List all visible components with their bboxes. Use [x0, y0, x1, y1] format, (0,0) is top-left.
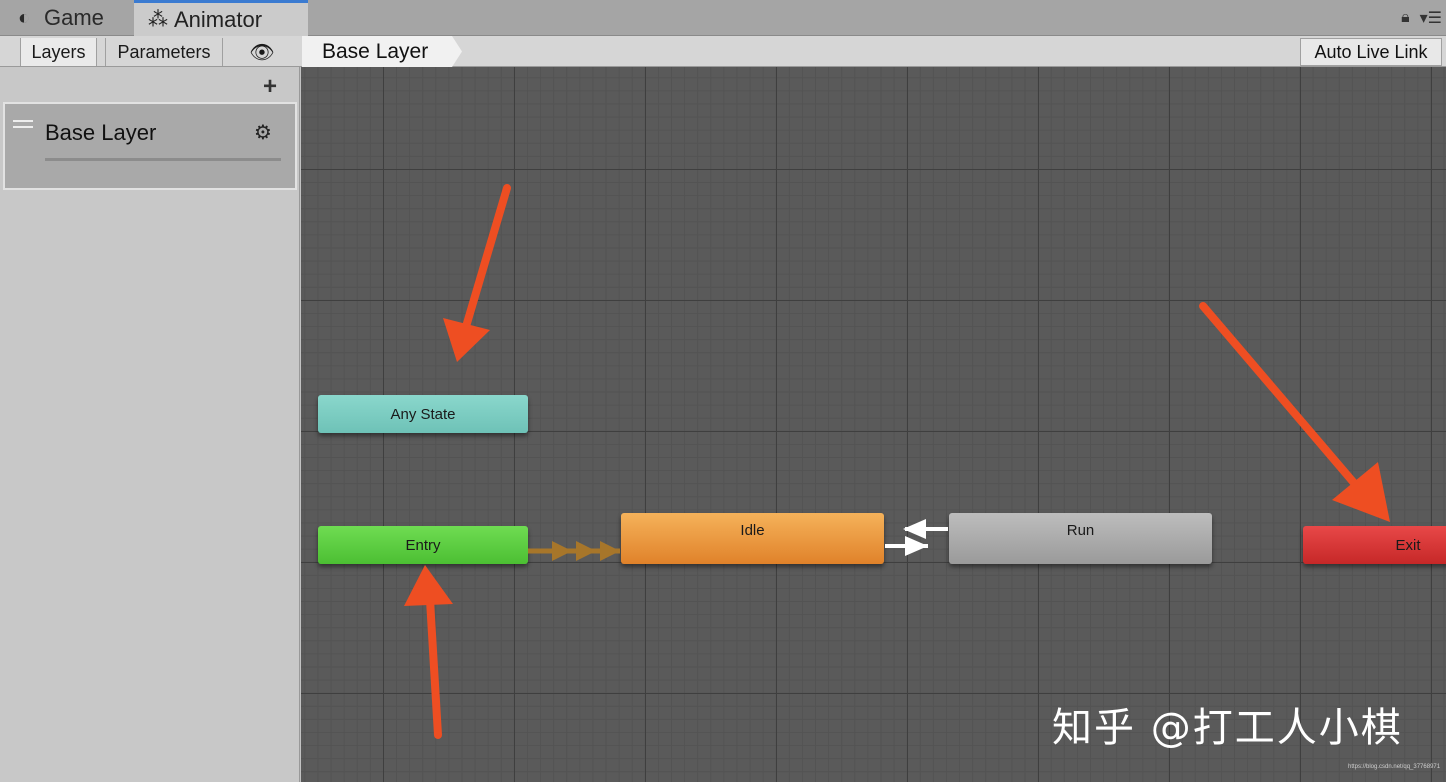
- auto-live-link-button[interactable]: Auto Live Link: [1300, 38, 1442, 66]
- pacman-icon: ◐: [18, 6, 31, 29]
- watermark-text: 知乎 @打工人小棋: [1052, 705, 1403, 751]
- add-layer-icon[interactable]: +: [263, 73, 277, 101]
- state-any-state[interactable]: Any State: [318, 395, 528, 433]
- layer-weight-slider[interactable]: [45, 158, 281, 161]
- tab-animator-label: Animator: [174, 6, 263, 32]
- tab-animator[interactable]: ⁂ Animator: [134, 0, 308, 36]
- drag-handle-icon[interactable]: [13, 120, 33, 128]
- layers-panel: + Base Layer ⚙: [0, 67, 300, 782]
- eye-icon[interactable]: 👁︎: [240, 38, 284, 66]
- breadcrumb[interactable]: Base Layer: [302, 36, 462, 67]
- window-controls: 🔒︎ ▾☰: [1401, 8, 1442, 28]
- state-idle[interactable]: Idle: [621, 513, 884, 564]
- parameters-tab-button[interactable]: Parameters: [105, 38, 223, 66]
- animator-toolbar: Layers Parameters 👁︎ Base Layer Auto Liv…: [0, 36, 1446, 67]
- layer-item[interactable]: Base Layer ⚙: [3, 102, 297, 190]
- layers-tab-button[interactable]: Layers: [20, 38, 97, 66]
- state-machine-graph[interactable]: Any State Entry Idle Run Exit: [301, 67, 1446, 782]
- gear-icon[interactable]: ⚙: [254, 120, 272, 145]
- window-tab-bar: ◐ Game ⁂ Animator 🔒︎ ▾☰: [0, 0, 1446, 36]
- tab-game[interactable]: ◐ Game: [12, 0, 134, 36]
- layer-name: Base Layer: [45, 120, 157, 145]
- animator-icon: ⁂: [148, 9, 168, 31]
- state-entry[interactable]: Entry: [318, 526, 528, 564]
- source-url-text: https://blog.csdn.net/qq_37768971: [1348, 764, 1441, 770]
- state-run[interactable]: Run: [949, 513, 1212, 564]
- state-exit[interactable]: Exit: [1303, 526, 1446, 564]
- menu-icon[interactable]: ▾☰: [1420, 8, 1442, 28]
- tab-game-label: Game: [44, 5, 104, 30]
- lock-icon[interactable]: 🔒︎: [1401, 9, 1410, 27]
- breadcrumb-label: Base Layer: [322, 39, 429, 63]
